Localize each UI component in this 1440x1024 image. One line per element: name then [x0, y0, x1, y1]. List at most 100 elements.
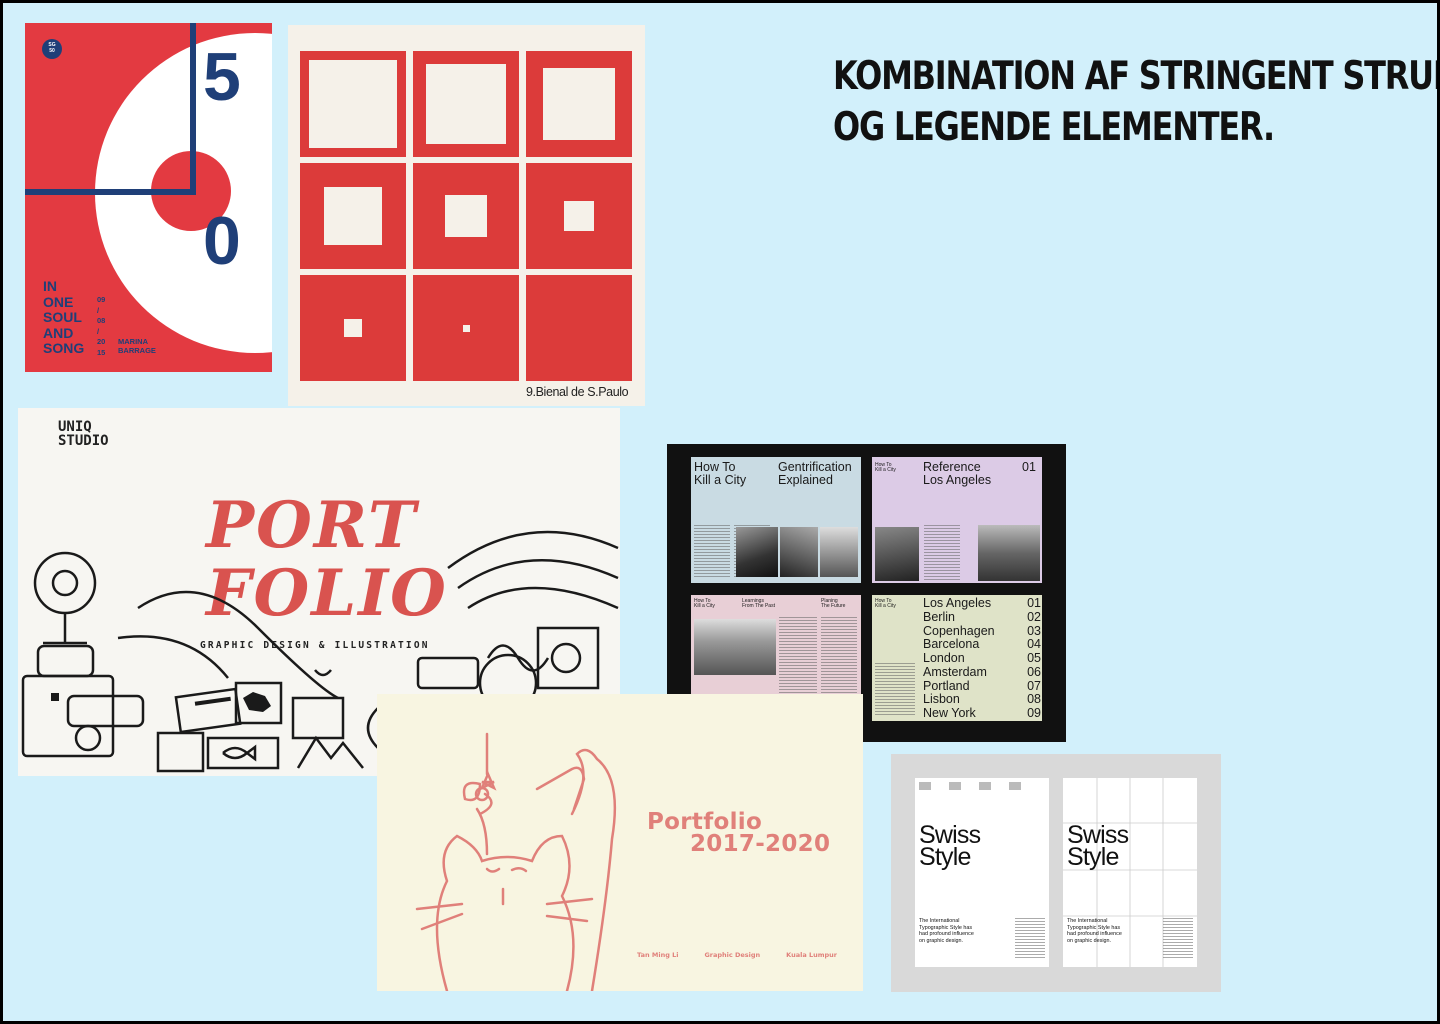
city-photo — [694, 619, 776, 675]
digit-zero: 0 — [203, 203, 241, 279]
city-row: New York 09 — [923, 706, 1041, 721]
date-part: 08 — [97, 316, 106, 325]
city-row: Los Angeles 01 — [923, 596, 1041, 611]
page-two-title: Reference Los Angeles — [923, 461, 991, 487]
cat-raised-arm — [570, 748, 617, 991]
bienal-caption: 9.Bienal de S.Paulo — [526, 385, 629, 399]
swiss-title: Swiss Style — [919, 823, 981, 871]
city-number: 05 — [1027, 651, 1041, 665]
poster-bienal: 9.Bienal de S.Paulo — [288, 25, 645, 406]
poster-cat-portfolio: Portfolio 2017-2020 Tan Ming Li Graphic … — [377, 694, 863, 991]
date-part: / — [97, 305, 100, 315]
name-line: MARINA — [118, 337, 148, 346]
badge-label: SG 50 — [45, 42, 59, 54]
city-row: Portland 07 — [923, 678, 1041, 694]
title-line: Explained — [778, 473, 833, 487]
body-text-block — [875, 663, 915, 717]
small-line: Kill a City — [875, 603, 896, 609]
swiss-page-right: Swiss Style The International Typographi… — [1063, 778, 1197, 967]
body-text-block — [821, 617, 857, 697]
square-tile — [300, 163, 406, 269]
body-text-block — [779, 617, 817, 697]
city-photo — [875, 527, 919, 581]
date-part: 15 — [97, 347, 106, 357]
page-three-label-b: Learnings From The Past — [742, 599, 775, 609]
city-row: Barcelona 04 — [923, 637, 1041, 652]
radio-doodle — [36, 644, 95, 678]
city-list: Los Angeles 01 Berlin 02 Copenhagen 03 Barc… — [923, 596, 1041, 721]
city-number: 02 — [1027, 609, 1041, 624]
name-line: BARRAGE — [118, 346, 156, 355]
square-tile — [300, 51, 406, 157]
city-photo — [780, 527, 818, 577]
city-name: Portland — [923, 678, 970, 693]
calendar-doodle — [156, 731, 205, 773]
page-three-label-a: How To Kill a City — [694, 599, 715, 609]
city-name: New York — [923, 706, 976, 720]
page-one-title-a: How To Kill a City — [694, 461, 746, 487]
city-name: Los Angeles — [923, 596, 992, 610]
poster-date: 09 / 08 / 20 15 — [97, 295, 105, 358]
word-line: IN — [43, 278, 57, 294]
footer-item: Graphic Design — [704, 951, 761, 959]
fish-doodle — [206, 736, 280, 770]
poster-fifty: SG 50 5 0 IN ONE SOUL AND SONG 09 / 08 /… — [25, 23, 272, 372]
city-page-two: How To Kill a City Reference Los Angeles… — [872, 457, 1042, 583]
swiss-title: Swiss Style — [1067, 823, 1129, 871]
title-line: Kill a City — [694, 473, 747, 487]
heading-line-2: og legende elementer. — [833, 105, 1275, 150]
fan-doodle — [33, 551, 97, 615]
swiss-page-left: Swiss Style The International Typographi… — [915, 778, 1049, 967]
word-line: SONG — [43, 340, 85, 357]
swiss-caption: The International Typographic Style has … — [919, 918, 974, 944]
city-name: London — [923, 651, 965, 665]
mustache-mark — [314, 669, 332, 677]
word-line: AND — [43, 324, 74, 341]
city-row: Lisbon 08 — [923, 692, 1041, 707]
body-text-block — [924, 525, 960, 581]
word-line: SOUL — [43, 309, 82, 326]
date-part: 09 — [97, 295, 106, 304]
city-photo — [978, 525, 1040, 581]
title-line: Style — [1067, 843, 1119, 871]
title-line: Style — [919, 843, 971, 871]
moodboard-canvas: Kombination af stringent struktur og leg… — [0, 0, 1440, 1024]
poster-swiss-style: Swiss Style The International Typographi… — [891, 754, 1221, 992]
poster-name: MARINA BARRAGE — [118, 337, 156, 355]
small-line: Kill a City — [694, 603, 715, 609]
square-tile — [526, 275, 632, 381]
square-tile — [300, 275, 406, 381]
footer-item: Kuala Lumpur — [786, 951, 837, 959]
swiss-header-text — [919, 782, 1039, 790]
date-part: / — [97, 326, 100, 336]
city-row: Berlin 02 — [923, 609, 1041, 625]
city-number: 03 — [1027, 623, 1041, 638]
square-tile — [413, 275, 519, 381]
square-tile — [526, 51, 632, 157]
body-text-block — [1163, 918, 1193, 958]
city-name: Berlin — [923, 609, 955, 624]
footer-item: Tan Ming Li — [637, 951, 679, 959]
city-number: 08 — [1027, 692, 1041, 707]
cat-portfolio-title: Portfolio 2017-2020 — [647, 809, 830, 856]
small-line: Kill a City — [875, 467, 896, 473]
city-row: Copenhagen 03 — [923, 623, 1041, 639]
city-number: 07 — [1027, 678, 1041, 693]
date-part: 20 — [97, 337, 106, 346]
small-line: From The Past — [742, 603, 775, 609]
city-name: Lisbon — [923, 692, 960, 707]
city-name: Barcelona — [923, 637, 980, 652]
poster-words: IN ONE SOUL AND SONG — [43, 278, 85, 357]
title-line: Portfolio — [647, 809, 763, 835]
flower-icon — [479, 770, 497, 791]
city-photo — [736, 527, 778, 577]
ticket-doodle — [174, 687, 242, 734]
cat-body — [435, 834, 575, 991]
square-tile — [413, 51, 519, 157]
small-line: The Future — [821, 603, 846, 609]
body-text-block — [694, 525, 730, 577]
city-number: 06 — [1027, 664, 1041, 679]
title-line: Los Angeles — [923, 473, 992, 487]
moodboard-heading: Kombination af stringent struktur og leg… — [833, 51, 1437, 153]
city-name: Amsterdam — [923, 664, 987, 679]
